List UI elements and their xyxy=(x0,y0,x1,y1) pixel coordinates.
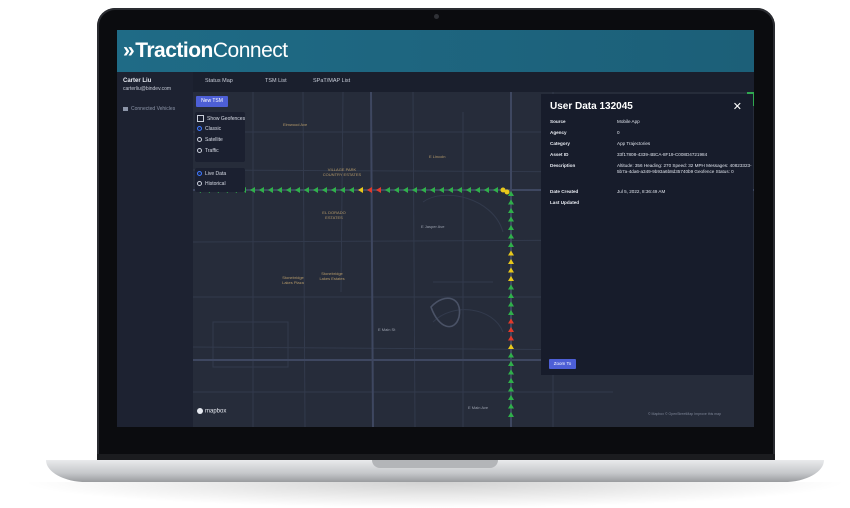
street-label: Elmwood Ave xyxy=(283,122,308,127)
style-option-classic[interactable]: Classic xyxy=(197,126,221,132)
detail-value: Altitude: 356 Heading: 270 Speed: 32 MPH… xyxy=(617,163,752,175)
tab-bar: Status Map TSM List SPaT/MAP List xyxy=(193,72,754,92)
logo-chevrons: » xyxy=(123,39,135,62)
pond xyxy=(430,297,461,328)
radio xyxy=(197,181,202,187)
detail-key: Date Created xyxy=(550,189,579,194)
detail-value: App Trajectories xyxy=(617,141,651,146)
radio-selected xyxy=(197,126,202,132)
user-name: Carter Liu xyxy=(123,78,152,84)
tab-spat-map-list[interactable]: SPaT/MAP List xyxy=(313,78,350,84)
mode-option-historical[interactable]: Historical xyxy=(197,181,226,187)
radio-label: Classic xyxy=(205,126,222,132)
map-style-panel: Show Geofences Classic Satellite Traffic xyxy=(195,112,245,162)
sidebar-item-connected-vehicles[interactable]: Connected Vehicles xyxy=(123,106,175,112)
sidebar: Carter Liu carterliu@bindev.com Connecte… xyxy=(117,72,193,427)
detail-value: Mobile App xyxy=(617,119,640,124)
detail-value: Jul 5, 2022, 8:36:49 AM xyxy=(617,189,666,194)
neighborhood-label: EL DORADO ESTATES xyxy=(322,210,346,220)
app-header: »TractionConnect xyxy=(117,30,754,72)
detail-key: Description xyxy=(550,163,576,168)
webcam xyxy=(434,14,439,19)
user-email: carterliu@bindev.com xyxy=(123,86,172,92)
detail-key: Asset ID xyxy=(550,152,569,157)
logo-connect: Connect xyxy=(212,39,288,62)
mapbox-logo[interactable]: mapbox xyxy=(197,408,226,415)
mode-option-live-data[interactable]: Live Data xyxy=(197,171,226,177)
street-label: E Main St xyxy=(378,327,396,332)
radio-label: Live Data xyxy=(205,171,227,177)
map-attribution[interactable]: © Mapbox © OpenStreetMap Improve this ma… xyxy=(648,412,721,416)
radio xyxy=(197,137,202,143)
radio-label: Traffic xyxy=(205,148,219,154)
mapbox-label: mapbox xyxy=(205,408,227,415)
street-label: E Jasper Ave xyxy=(421,224,445,229)
new-tsm-button[interactable]: New TSM xyxy=(196,96,228,107)
checkbox-label: Show Geofences xyxy=(207,115,246,122)
detail-value: 33f17808-4339-4BCA-8F19-C008D4721984 xyxy=(617,152,708,157)
street-label: E Lincoln xyxy=(429,154,446,159)
neighborhood-label: VILLAGE PARK COUNTRY ESTATES xyxy=(322,167,362,177)
tab-status-map[interactable]: Status Map xyxy=(205,78,233,84)
detail-key: Last Updated xyxy=(550,200,580,205)
app-logo[interactable]: »TractionConnect xyxy=(123,39,288,63)
detail-key: Agency xyxy=(550,130,567,135)
street-label: E Main Ave xyxy=(468,405,489,410)
sidebar-item-label: Connected Vehicles xyxy=(131,106,176,112)
user-data-panel: User Data 132045 ✕ Source Mobile App Age… xyxy=(541,94,753,375)
detail-key: Category xyxy=(550,141,570,146)
radio-label: Satellite xyxy=(205,137,223,143)
data-mode-panel: Live Data Historical xyxy=(195,168,245,192)
radio xyxy=(197,148,202,154)
laptop-base-notch xyxy=(372,460,498,468)
show-geofences-checkbox[interactable]: Show Geofences xyxy=(197,115,245,122)
car-icon xyxy=(123,106,128,111)
tab-tsm-list[interactable]: TSM List xyxy=(265,78,287,84)
place-label: Stonebridge Lakes Estates xyxy=(319,271,345,281)
style-option-satellite[interactable]: Satellite xyxy=(197,137,223,143)
detail-value: 0 xyxy=(617,130,620,135)
radio-label: Historical xyxy=(205,181,226,187)
radio-selected xyxy=(197,171,202,177)
zoom-to-button[interactable]: Zoom To xyxy=(549,359,576,369)
checkbox-box xyxy=(197,115,204,122)
logo-traction: Traction xyxy=(135,39,213,62)
panel-title: User Data 132045 xyxy=(550,101,633,112)
style-option-traffic[interactable]: Traffic xyxy=(197,148,219,154)
close-icon[interactable]: ✕ xyxy=(733,100,742,113)
detail-key: Source xyxy=(550,119,566,124)
place-label: Stonebridge Lakes Plaza xyxy=(282,275,304,285)
laptop-shadow xyxy=(20,482,850,508)
app-screen: »TractionConnect Carter Liu carterliu@bi… xyxy=(117,30,754,427)
mapbox-icon xyxy=(197,408,203,414)
